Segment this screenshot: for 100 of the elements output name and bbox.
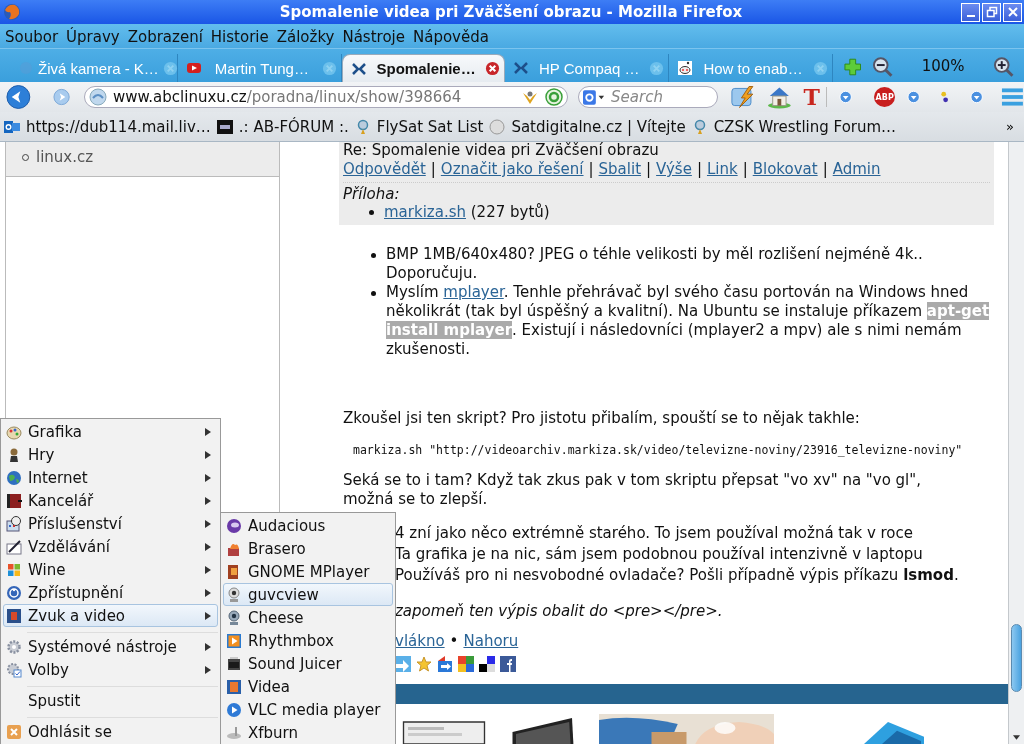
back-button[interactable] xyxy=(6,84,31,110)
star-icon[interactable] xyxy=(416,656,432,672)
sidebar-link[interactable]: linux.cz xyxy=(36,148,94,166)
close-icon[interactable] xyxy=(162,60,178,76)
bookmark[interactable]: CZSK Wrestling Forum… xyxy=(691,117,897,136)
action-link[interactable]: Sbalit xyxy=(598,159,642,179)
more-bookmarks-button[interactable]: » xyxy=(1006,119,1014,134)
menu-item[interactable]: Úpravy xyxy=(65,26,125,46)
refresh-icon[interactable] xyxy=(545,88,564,106)
search-engine-icon[interactable] xyxy=(583,89,606,105)
submenu-arrow-icon xyxy=(205,565,211,574)
adblock-button[interactable]: ABP xyxy=(874,87,896,107)
facebook-icon[interactable] xyxy=(500,656,516,672)
dropdown-icon[interactable] xyxy=(838,90,853,104)
file-size: (227 bytů) xyxy=(470,203,550,221)
menu-item[interactable]: Kancelář xyxy=(3,489,218,512)
menu-item[interactable]: Audacious xyxy=(223,514,393,537)
attachment-link[interactable]: markiza.sh xyxy=(384,203,466,221)
bookmark[interactable]: .: AB-FÓRUM :. xyxy=(216,117,349,136)
action-link[interactable]: Označit jako řešení xyxy=(440,159,584,179)
submenu-arrow-icon xyxy=(205,611,211,620)
submenu-arrow-icon xyxy=(205,473,211,482)
bullet-icon xyxy=(369,209,374,215)
bookmark[interactable]: Satdigitalne.cz | Vítejte xyxy=(489,117,686,136)
reply-line: 4 zní jako něco extrémně starého. To jsem používal možná tak v roce xyxy=(395,523,915,544)
submenu-arrow-icon xyxy=(205,519,211,528)
menu-item[interactable]: Nápověda xyxy=(411,26,494,46)
dropdown-icon[interactable] xyxy=(969,90,984,104)
binder-icon xyxy=(6,492,22,509)
menu-item[interactable]: Systémové nástroje xyxy=(3,635,218,658)
zoom-out-icon[interactable] xyxy=(872,56,894,78)
menu-item[interactable]: Zvuk a video xyxy=(3,604,218,627)
link[interactable]: mplayer xyxy=(443,283,504,301)
menu-item[interactable]: Xfburn xyxy=(223,721,393,744)
answer-text: BMP 1MB/640x480? JPEG o téhle velikosti by měl rozlišení nejméně 4k.. Doporučuju. xyxy=(386,245,924,283)
menu-item[interactable]: Hry xyxy=(3,443,218,466)
text-icon[interactable]: T xyxy=(803,86,820,108)
menu-item[interactable]: GNOME MPlayer xyxy=(223,560,393,583)
menu-item[interactable]: Vzdělávání xyxy=(3,535,218,558)
menu-item[interactable]: Zpřístupnění xyxy=(3,581,218,604)
url-text: www.abclinuxu.cz/poradna/linux/show/398664 xyxy=(112,88,463,106)
tab[interactable]: Spomalenie… xyxy=(341,54,506,82)
menu-item[interactable]: Příslušenství xyxy=(3,512,218,535)
share-icon[interactable] xyxy=(437,656,453,672)
menu-item[interactable]: Soubor xyxy=(4,26,64,46)
action-link[interactable]: Link xyxy=(706,159,738,179)
menu-item[interactable]: Internet xyxy=(3,466,218,489)
forward-button[interactable] xyxy=(52,88,70,106)
search-box[interactable]: Search xyxy=(578,86,719,108)
menu-item[interactable]: Wine xyxy=(3,558,218,581)
bookmark[interactable]: FlySat Sat List xyxy=(354,117,484,136)
menu-item[interactable]: Cheese xyxy=(223,606,393,629)
menu-item[interactable]: Rhythmbox xyxy=(223,629,393,652)
menu-item[interactable]: Brasero xyxy=(223,537,393,560)
scrollbar[interactable] xyxy=(1008,142,1024,744)
scroll-down-arrow-icon[interactable] xyxy=(1013,735,1020,740)
menu-icon[interactable] xyxy=(1001,86,1024,108)
close-button[interactable] xyxy=(1003,2,1022,22)
menu-item[interactable]: Volby xyxy=(3,658,218,681)
minimize-button[interactable] xyxy=(961,2,980,22)
menu-item[interactable]: VLC media player xyxy=(223,698,393,721)
gear-icon xyxy=(6,638,22,655)
scroll-thumb[interactable] xyxy=(1011,624,1022,692)
delicious-icon[interactable] xyxy=(479,656,495,672)
webcam-icon xyxy=(226,609,242,626)
submenu-arrow-icon xyxy=(205,665,211,674)
action-link[interactable]: Admin xyxy=(832,159,881,179)
menu-item[interactable]: Grafika xyxy=(3,420,218,443)
pen-and-paper-icon xyxy=(6,538,22,555)
mail-icon xyxy=(4,118,20,135)
bookmark[interactable]: https://dub114.mail.liv… xyxy=(4,117,211,136)
close-icon xyxy=(6,723,22,740)
menu-item[interactable]: guvcview xyxy=(223,583,393,606)
restore-button[interactable] xyxy=(982,2,1001,22)
menu-item[interactable]: Zobrazení xyxy=(126,26,208,46)
search-field[interactable]: Search xyxy=(609,87,714,107)
action-link[interactable]: Blokovat xyxy=(752,159,818,179)
menu-item[interactable]: Nástroje xyxy=(341,26,410,46)
lightning-icon[interactable] xyxy=(730,84,755,110)
dropdown-icon[interactable] xyxy=(907,90,921,104)
submenu-arrow-icon xyxy=(205,642,211,651)
close-icon[interactable] xyxy=(485,61,501,76)
alien-icon xyxy=(677,60,694,76)
action-link[interactable]: Odpovědět xyxy=(343,159,426,179)
action-link[interactable]: Výše xyxy=(656,159,692,179)
menu-item[interactable]: Spustit xyxy=(3,689,218,712)
menu-item[interactable]: Záložky xyxy=(275,26,340,46)
menu-item[interactable]: Sound Juicer xyxy=(223,652,393,675)
separator: | xyxy=(588,159,594,179)
menu-item[interactable]: Odhlásit se xyxy=(3,720,218,743)
play-icon xyxy=(226,632,242,649)
address-field[interactable]: www.abclinuxu.cz/poradna/linux/show/398664 xyxy=(83,86,569,108)
separator: | xyxy=(430,159,436,179)
bullet-icon xyxy=(371,291,376,296)
menu-item[interactable]: Historie xyxy=(209,26,274,46)
zoom-in-icon[interactable] xyxy=(992,56,1014,78)
nav-link[interactable]: Nahoru xyxy=(463,632,519,650)
google-icon[interactable] xyxy=(458,656,474,672)
nav-link[interactable]: vlákno xyxy=(395,632,445,650)
menu-item[interactable]: Videa xyxy=(223,675,393,698)
